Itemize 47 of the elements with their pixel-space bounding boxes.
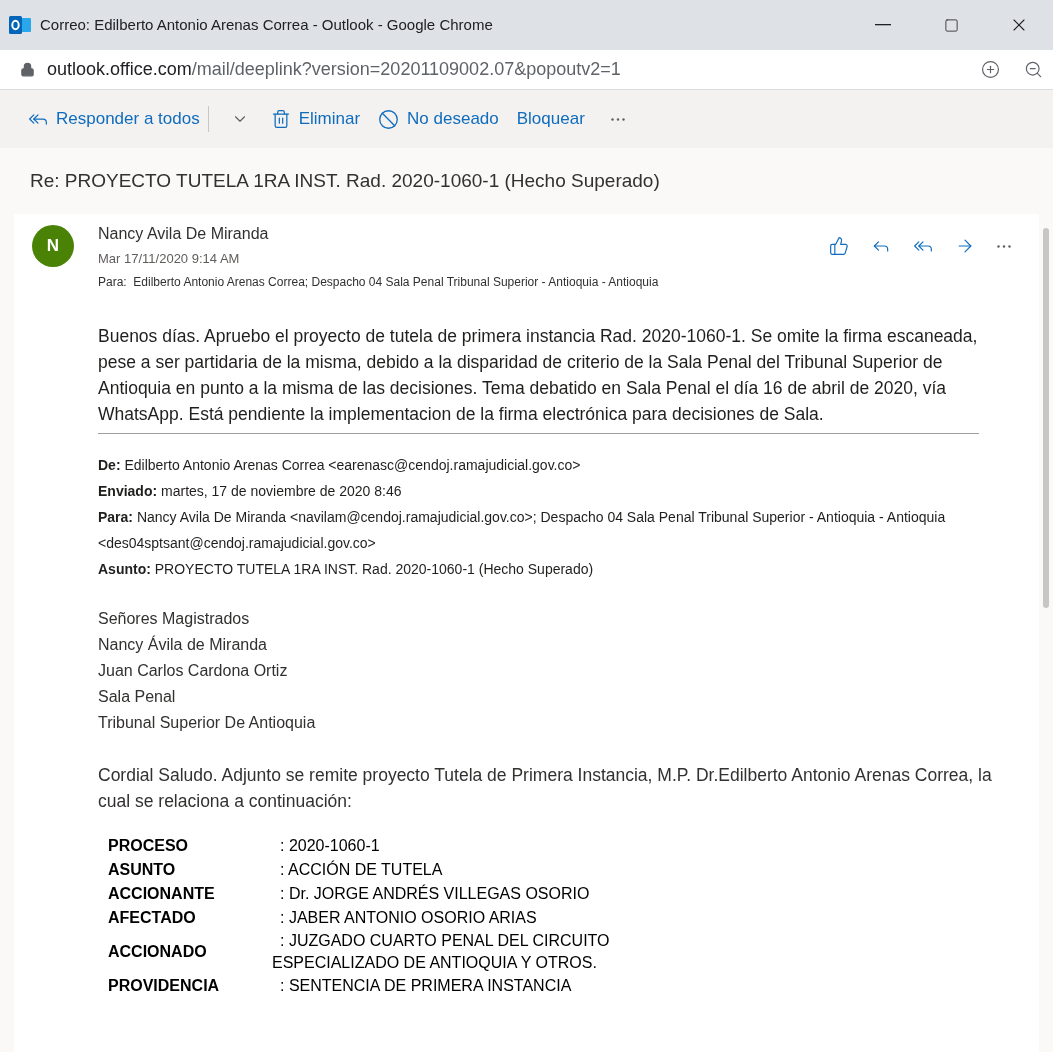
recipients-line: Para: Edilberto Antonio Arenas Correa; Despacho 04 Sala Penal Tribunal Superior - Antioquia - Antioquia bbox=[98, 273, 660, 291]
field-label: ACCIONADO bbox=[108, 941, 208, 962]
ban-icon bbox=[378, 108, 400, 130]
quoted-header-line: Asunto: PROYECTO TUTELA 1RA INST. Rad. 2020-1060-1 (Hecho Superado) bbox=[98, 559, 595, 579]
mail-app-icon bbox=[9, 15, 31, 35]
delete-button[interactable]: Eliminar bbox=[270, 106, 361, 132]
avatar: N bbox=[32, 225, 74, 267]
window-title: Correo: Edilberto Antonio Arenas Correa - Outlook - Google Chrome bbox=[40, 14, 493, 35]
field-label: PROVIDENCIA bbox=[108, 975, 221, 996]
more-icon bbox=[610, 117, 625, 121]
junk-button[interactable]: No deseado bbox=[378, 106, 499, 132]
thumbs-up-icon[interactable] bbox=[829, 236, 849, 256]
maximize-icon bbox=[943, 17, 959, 33]
field-label: ASUNTO bbox=[108, 859, 177, 880]
zoom-in-icon[interactable] bbox=[981, 60, 1000, 79]
field-label: PROCESO bbox=[108, 835, 189, 856]
field-value: ESPECIALIZADO DE ANTIOQUIA Y OTROS. bbox=[272, 952, 598, 973]
field-value: : SENTENCIA DE PRIMERA INSTANCIA bbox=[280, 975, 572, 996]
url-text: outlook.office.com/mail/deeplink?version=20201109002.07&popoutv2=1 bbox=[47, 58, 621, 81]
zoom-out-icon[interactable] bbox=[1024, 60, 1043, 79]
field-value: : ACCIÓN DE TUTELA bbox=[280, 859, 443, 880]
field-label: AFECTADO bbox=[108, 907, 197, 928]
block-button[interactable]: Bloquear bbox=[516, 106, 585, 132]
greeting-line: Nancy Ávila de Miranda bbox=[98, 634, 268, 655]
greeting-line: Señores Magistrados bbox=[98, 608, 251, 629]
sender-name: Nancy Avila De Miranda bbox=[98, 224, 270, 244]
email-subject: Re: PROYECTO TUTELA 1RA INST. Rad. 2020-1060-1 (Hecho Superado) bbox=[29, 168, 661, 193]
quoted-header-line: Enviado: martes, 17 de noviembre de 2020 8:46 bbox=[98, 481, 403, 501]
quoted-header-line: De: Edilberto Antonio Arenas Correa <earenasc@cendoj.ramajudicial.gov.co> bbox=[98, 455, 582, 475]
quoted-header-line: Para: Nancy Avila De Miranda <navilam@cendoj.ramajudicial.gov.co>; Despacho 04 Sala Penal Tribunal Superior - Antioquia - Antioquia <des04sptsant@cendoj.ramajudicial.gov.co> bbox=[98, 507, 947, 553]
greeting-line: Sala Penal bbox=[98, 686, 177, 707]
sent-date: Mar 17/11/2020 9:14 AM bbox=[98, 250, 241, 268]
trash-icon bbox=[270, 109, 291, 129]
reply-all-button[interactable]: Responder a todos bbox=[28, 106, 209, 132]
scrollbar-thumb[interactable] bbox=[1043, 228, 1049, 608]
field-value: : JABER ANTONIO OSORIO ARIAS bbox=[280, 907, 537, 928]
greeting-line: Juan Carlos Cardona Ortiz bbox=[98, 660, 289, 681]
field-label: ACCIONANTE bbox=[108, 883, 216, 904]
field-value: : 2020-1060-1 bbox=[280, 835, 380, 856]
message-body: Buenos días. Apruebo el proyecto de tutela de primera instancia Rad. 2020-1060-1. Se omite la firma escaneada, pese a ser partidaria de la misma, debido a la disparidad de criterio de la Sala Penal del Tribunal Superior de Antioquia en punto a la misma de las decisiones. Tema debatido en Sala Penal el día 16 de abril de 2020, vía WhatsApp. Está pendiente la implementacion de la firma electrónica para decisiones de Sala. bbox=[98, 324, 979, 426]
more-icon[interactable] bbox=[997, 244, 1011, 248]
greeting-line: Tribunal Superior De Antioquia bbox=[98, 712, 317, 733]
intro-text: Cordial Saludo. Adjunto se remite proyecto Tutela de Primera Instancia, M.P. Dr.Edilberto Antonio Arenas Correa, la cual se relaciona a continuación: bbox=[98, 763, 993, 813]
lock-icon bbox=[20, 62, 35, 77]
field-value: : Dr. JORGE ANDRÉS VILLEGAS OSORIO bbox=[280, 883, 590, 904]
field-value: : JUZGADO CUARTO PENAL DEL CIRCUITO bbox=[280, 930, 610, 951]
minimize-icon bbox=[875, 24, 891, 26]
